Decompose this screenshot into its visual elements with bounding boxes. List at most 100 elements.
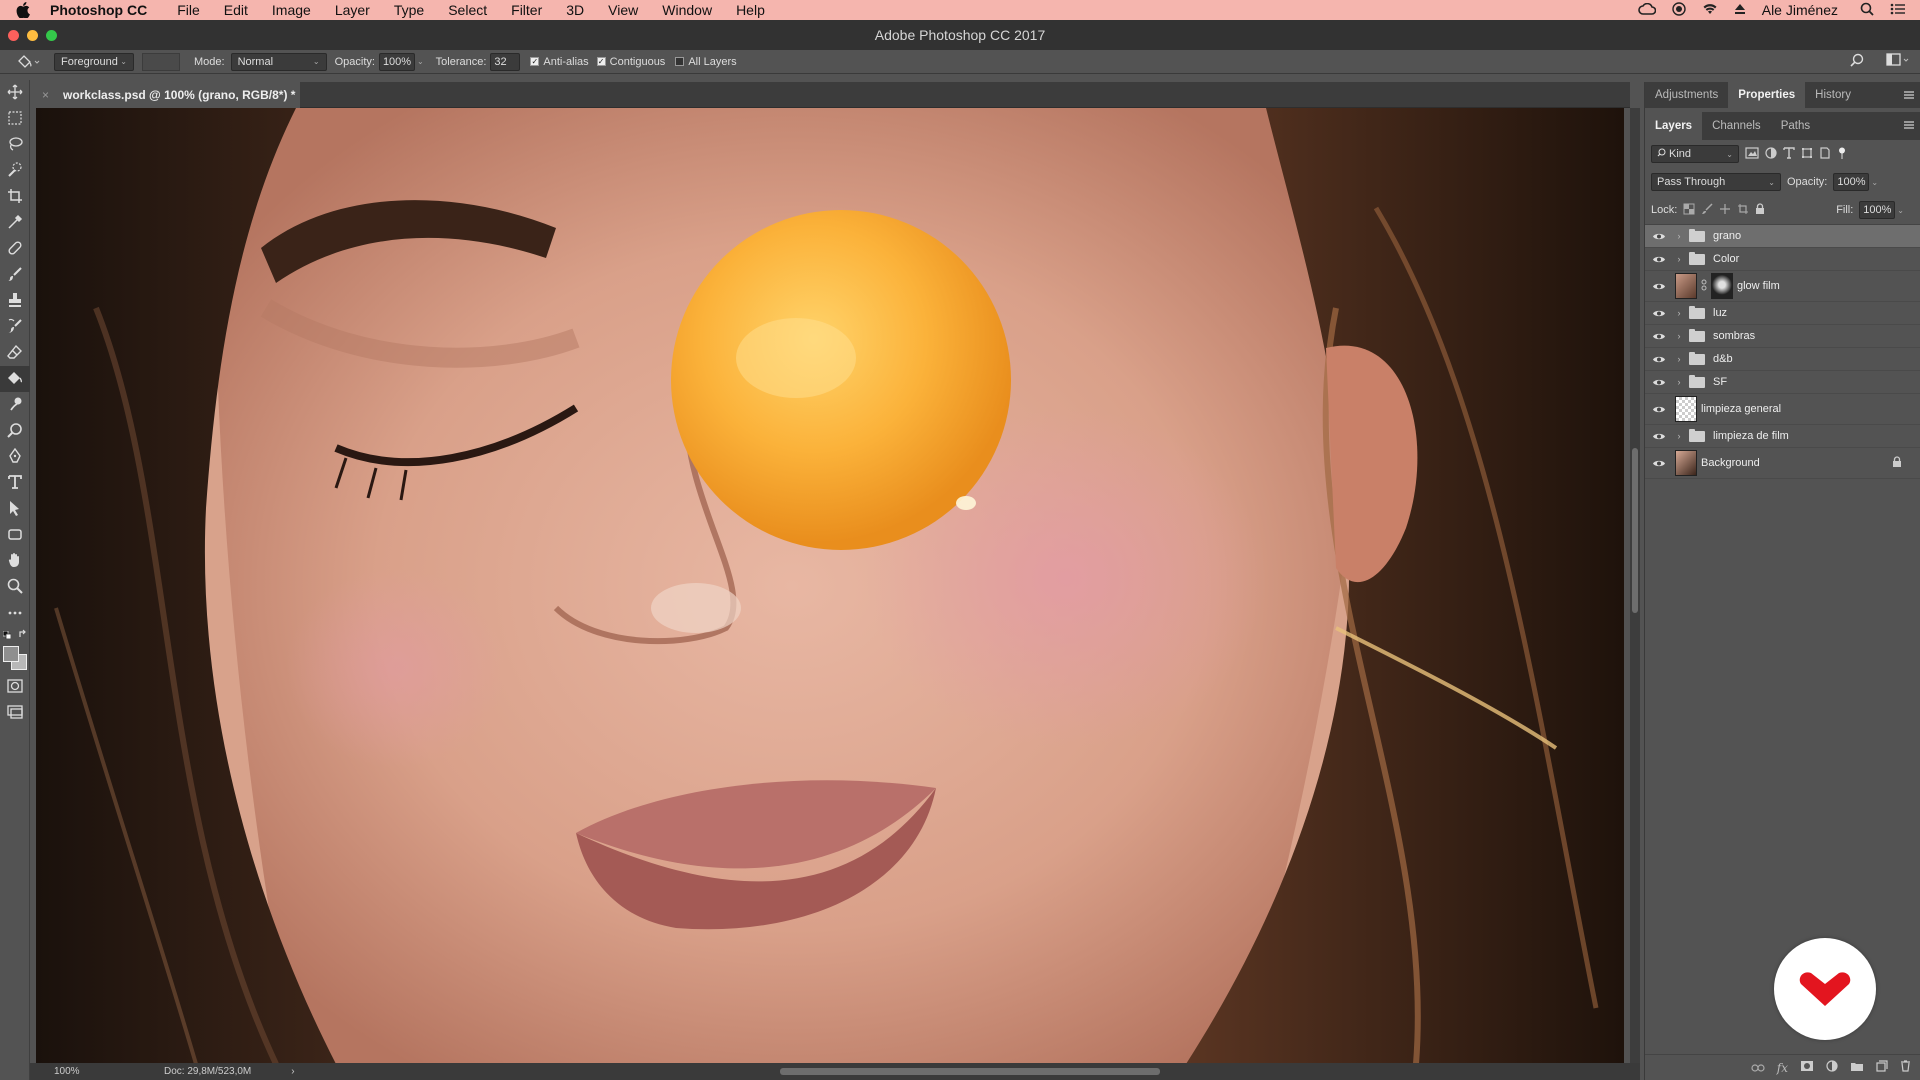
- all-layers-checkbox[interactable]: All Layers: [675, 56, 737, 68]
- notification-center-icon[interactable]: [1890, 2, 1906, 18]
- lock-pixels-brush-icon[interactable]: [1701, 202, 1713, 218]
- layer-row[interactable]: › luz: [1645, 302, 1920, 325]
- tab-paths[interactable]: Paths: [1771, 112, 1820, 140]
- layer-thumbnail[interactable]: [1675, 450, 1697, 476]
- creative-cloud-icon[interactable]: [1637, 2, 1657, 18]
- tab-layers[interactable]: Layers: [1645, 112, 1703, 140]
- lock-position-icon[interactable]: [1719, 203, 1731, 218]
- fill-field[interactable]: 100%: [1859, 201, 1896, 219]
- menu-file[interactable]: File: [177, 2, 200, 18]
- lock-all-icon[interactable]: [1755, 202, 1765, 218]
- new-group-folder-icon[interactable]: [1850, 1061, 1864, 1075]
- menu-layer[interactable]: Layer: [335, 2, 370, 18]
- menu-view[interactable]: View: [608, 2, 638, 18]
- menu-help[interactable]: Help: [736, 2, 765, 18]
- zoom-window-button[interactable]: [46, 30, 57, 41]
- opacity-field[interactable]: 100%: [378, 52, 415, 71]
- layer-row[interactable]: › limpieza de film: [1645, 425, 1920, 448]
- horizontal-scroll-thumb[interactable]: [780, 1068, 1160, 1075]
- chevron-right-icon[interactable]: ›: [1673, 431, 1685, 441]
- chevron-down-icon[interactable]: ⌄: [1871, 178, 1878, 187]
- vertical-scroll-thumb[interactable]: [1632, 448, 1638, 613]
- visibility-eye-icon[interactable]: [1645, 282, 1673, 291]
- marquee-tool[interactable]: [0, 106, 30, 132]
- layer-mask-thumbnail[interactable]: [1711, 273, 1733, 299]
- clone-stamp-tool[interactable]: [0, 288, 30, 314]
- apple-logo-icon[interactable]: [16, 2, 36, 18]
- type-tool[interactable]: [0, 470, 30, 496]
- layer-row[interactable]: limpieza general: [1645, 394, 1920, 425]
- hand-tool[interactable]: [0, 548, 30, 574]
- record-icon[interactable]: [1672, 1, 1686, 19]
- quick-mask-tool[interactable]: [0, 674, 30, 700]
- layer-row[interactable]: › Color: [1645, 248, 1920, 271]
- contiguous-checkbox[interactable]: ✓ Contiguous: [596, 56, 665, 68]
- visibility-eye-icon[interactable]: [1645, 405, 1673, 414]
- paint-bucket-tool-preset-icon[interactable]: [16, 54, 40, 70]
- menu-filter[interactable]: Filter: [511, 2, 542, 18]
- chevron-right-icon[interactable]: ›: [1673, 231, 1685, 241]
- filter-adjustment-icon[interactable]: [1765, 146, 1777, 162]
- lasso-tool[interactable]: [0, 132, 30, 158]
- pen-tool[interactable]: [0, 444, 30, 470]
- panel-menu-icon[interactable]: [1904, 91, 1914, 99]
- filter-shape-icon[interactable]: [1801, 147, 1813, 162]
- visibility-eye-icon[interactable]: [1645, 309, 1673, 318]
- paint-bucket-tool[interactable]: [0, 366, 30, 392]
- dodge-tool[interactable]: [0, 418, 30, 444]
- menu-select[interactable]: Select: [448, 2, 487, 18]
- zoom-level[interactable]: 100%: [54, 1066, 124, 1077]
- visibility-eye-icon[interactable]: [1645, 332, 1673, 341]
- fill-source-select[interactable]: Foreground ⌄: [54, 52, 134, 71]
- chevron-right-icon[interactable]: ›: [1673, 308, 1685, 318]
- layer-blend-mode-select[interactable]: Pass Through ⌄: [1651, 173, 1781, 191]
- layer-opacity-field[interactable]: 100%: [1833, 173, 1870, 191]
- chevron-right-icon[interactable]: ›: [1673, 354, 1685, 364]
- tab-channels[interactable]: Channels: [1702, 112, 1771, 140]
- shape-tool[interactable]: [0, 522, 30, 548]
- visibility-eye-icon[interactable]: [1645, 355, 1673, 364]
- eyedropper-tool[interactable]: [0, 210, 30, 236]
- new-adjustment-layer-icon[interactable]: [1826, 1060, 1838, 1075]
- layer-thumbnail[interactable]: [1675, 273, 1697, 299]
- foreground-color-swatch[interactable]: [3, 646, 19, 662]
- move-tool[interactable]: [0, 80, 30, 106]
- brush-tool[interactable]: [0, 262, 30, 288]
- visibility-eye-icon[interactable]: [1645, 232, 1673, 241]
- more-tools[interactable]: [0, 600, 30, 626]
- zoom-tool[interactable]: [0, 574, 30, 600]
- chain-link-icon[interactable]: [1701, 279, 1707, 294]
- crop-tool[interactable]: [0, 184, 30, 210]
- menu-type[interactable]: Type: [394, 2, 424, 18]
- document-tab[interactable]: × workclass.psd @ 100% (grano, RGB/8*) *: [30, 82, 300, 108]
- pattern-picker[interactable]: [142, 52, 180, 71]
- minimize-window-button[interactable]: [27, 30, 38, 41]
- chevron-right-icon[interactable]: ›: [1673, 331, 1685, 341]
- menu-3d[interactable]: 3D: [566, 2, 584, 18]
- fx-icon[interactable]: fx: [1777, 1061, 1788, 1075]
- smudge-tool[interactable]: [0, 392, 30, 418]
- layer-row[interactable]: Background: [1645, 448, 1920, 479]
- menu-image[interactable]: Image: [272, 2, 311, 18]
- tab-properties[interactable]: Properties: [1728, 82, 1806, 108]
- visibility-eye-icon[interactable]: [1645, 378, 1673, 387]
- link-layers-icon[interactable]: [1751, 1061, 1765, 1075]
- close-window-button[interactable]: [8, 30, 19, 41]
- layer-row[interactable]: › SF: [1645, 371, 1920, 394]
- history-brush-tool[interactable]: [0, 314, 30, 340]
- swap-colors-icon[interactable]: [18, 629, 28, 642]
- visibility-eye-icon[interactable]: [1645, 459, 1673, 468]
- visibility-eye-icon[interactable]: [1645, 255, 1673, 264]
- panel-menu-icon[interactable]: [1904, 121, 1914, 129]
- opacity-dropdown-icon[interactable]: ⌄: [417, 57, 424, 66]
- trash-icon[interactable]: [1900, 1060, 1911, 1075]
- eraser-tool[interactable]: [0, 340, 30, 366]
- wifi-icon[interactable]: [1702, 2, 1718, 18]
- visibility-eye-icon[interactable]: [1645, 432, 1673, 441]
- add-mask-icon[interactable]: [1800, 1060, 1814, 1075]
- filter-type-icon[interactable]: [1783, 146, 1795, 162]
- filter-kind-select[interactable]: Kind ⌄: [1651, 145, 1739, 163]
- layer-row[interactable]: › sombras: [1645, 325, 1920, 348]
- close-tab-icon[interactable]: ×: [42, 88, 49, 102]
- screen-mode-tool[interactable]: [0, 700, 30, 726]
